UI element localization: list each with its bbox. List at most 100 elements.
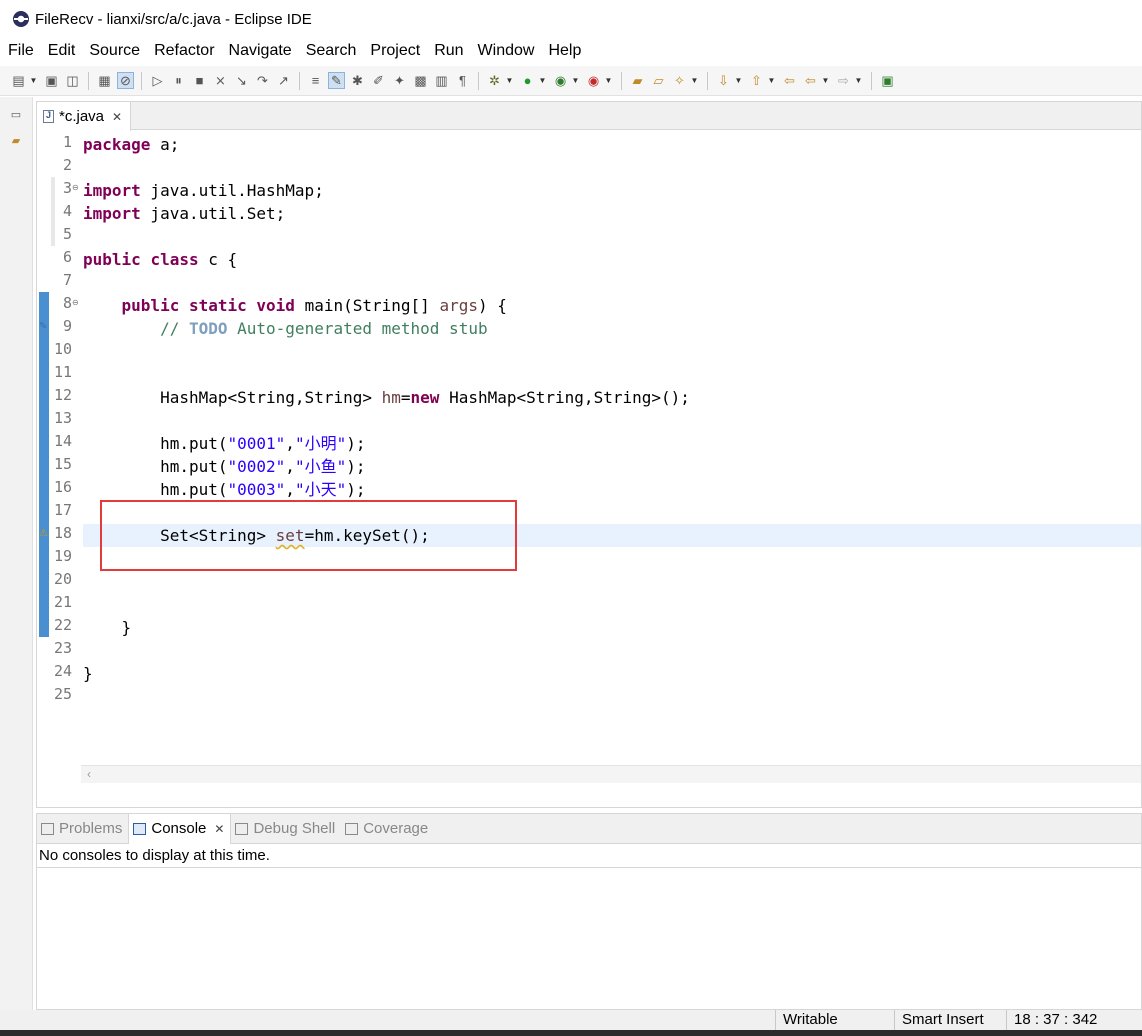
- chevron-down-icon[interactable]: ▼: [767, 72, 776, 89]
- tab-label: Problems: [59, 820, 123, 837]
- toggle-comment-icon[interactable]: ≡: [307, 72, 324, 89]
- package-explorer-icon[interactable]: ▰: [7, 131, 25, 149]
- menu-project[interactable]: Project: [363, 42, 427, 60]
- menu-refactor[interactable]: Refactor: [147, 42, 221, 60]
- console-view: Problems Console ✕ Debug Shell Coverage …: [36, 813, 1142, 1010]
- code-line: HashMap<String,String> hm=new HashMap<St…: [83, 388, 690, 407]
- line-number: 4: [62, 202, 72, 220]
- debug-icon[interactable]: ✲: [486, 72, 503, 89]
- window-title: FileRecv - lianxi/src/a/c.java - Eclipse…: [35, 10, 312, 28]
- line-number: 10: [53, 340, 72, 358]
- toolbar-separator: [478, 71, 479, 90]
- toolbar-separator: [707, 71, 708, 90]
- next-annotation-icon[interactable]: ⇩: [715, 72, 732, 89]
- menu-help[interactable]: Help: [541, 42, 588, 60]
- chevron-down-icon[interactable]: ▼: [571, 72, 580, 89]
- chevron-down-icon[interactable]: ▼: [505, 72, 514, 89]
- line-number: 13: [53, 409, 72, 427]
- menu-navigate[interactable]: Navigate: [222, 42, 299, 60]
- tab-label: *c.java: [59, 108, 105, 125]
- chevron-down-icon[interactable]: ▼: [29, 72, 38, 89]
- last-edit-icon[interactable]: ⇦: [781, 72, 798, 89]
- editor-tab-bar: *c.java ✕: [37, 102, 1141, 131]
- chevron-down-icon[interactable]: ▼: [604, 72, 613, 89]
- coverage-icon[interactable]: ◉: [552, 72, 569, 89]
- menu-run[interactable]: Run: [427, 42, 470, 60]
- external-tools-icon[interactable]: ◉: [585, 72, 602, 89]
- forward-icon[interactable]: ⇨: [835, 72, 852, 89]
- chevron-down-icon[interactable]: ▼: [538, 72, 547, 89]
- disconnect-icon[interactable]: ⨯: [212, 72, 229, 89]
- line-number: 1: [62, 133, 72, 151]
- tab-console[interactable]: Console ✕: [128, 813, 232, 844]
- line-number: 16: [53, 478, 72, 496]
- menu-bar: File Edit Source Refactor Navigate Searc…: [0, 38, 1142, 64]
- menu-edit[interactable]: Edit: [41, 42, 83, 60]
- step-into-icon[interactable]: ↘: [233, 72, 250, 89]
- new-icon[interactable]: ▤: [10, 72, 27, 89]
- skip-breakpoints-icon[interactable]: ⊘: [117, 72, 134, 89]
- tab-coverage[interactable]: Coverage: [341, 814, 434, 844]
- java-file-icon: [43, 110, 54, 123]
- run-icon[interactable]: ●: [519, 72, 536, 89]
- close-icon[interactable]: ✕: [112, 110, 122, 124]
- open-perspective-icon[interactable]: ▣: [879, 72, 896, 89]
- fold-collapse-icon[interactable]: ⊖: [72, 183, 79, 192]
- warning-marker-icon[interactable]: ⚠: [39, 528, 48, 539]
- main-toolbar: ▤ ▼ ▣ ◫ ▦ ⊘ ▷ ⏸ ■ ⨯ ↘ ↷ ↗ ≡ ✎ ✱ ✐ ✦ ▩ ▥ ¶…: [0, 66, 1142, 96]
- tab-problems[interactable]: Problems: [37, 814, 128, 844]
- save-icon[interactable]: ▣: [43, 72, 60, 89]
- debug-shell-icon: [235, 822, 249, 835]
- status-bar: Writable Smart Insert 18 : 37 : 342: [0, 1010, 1142, 1030]
- new-package-icon[interactable]: ✐: [370, 72, 387, 89]
- resume-icon[interactable]: ▷: [149, 72, 166, 89]
- close-icon[interactable]: ✕: [214, 822, 224, 836]
- fold-collapse-icon[interactable]: ⊖: [72, 298, 79, 307]
- back-icon[interactable]: ⇦: [802, 72, 819, 89]
- menu-window[interactable]: Window: [471, 42, 542, 60]
- tab-c-java[interactable]: *c.java ✕: [37, 102, 132, 131]
- code-area[interactable]: ⊖ ⊖ ✎ ⚠ 1 2 3 4 5 6 7 8 9 10 11 12 13 14…: [37, 131, 1141, 783]
- open-folder-icon[interactable]: ▱: [650, 72, 667, 89]
- save-all-icon[interactable]: ◫: [64, 72, 81, 89]
- search-icon[interactable]: ✧: [671, 72, 688, 89]
- problems-icon: [41, 822, 54, 835]
- tab-debug-shell[interactable]: Debug Shell: [231, 814, 341, 844]
- code-line: import java.util.HashMap;: [83, 181, 324, 200]
- java-editor: *c.java ✕ ⊖ ⊖ ✎ ⚠ 1 2 3 4 5 6 7 8 9 10 1…: [36, 101, 1142, 808]
- suspend-icon[interactable]: ⏸: [170, 72, 187, 89]
- open-type-icon[interactable]: ✦: [391, 72, 408, 89]
- previous-annotation-icon[interactable]: ⇧: [748, 72, 765, 89]
- scroll-left-icon[interactable]: ‹: [87, 767, 91, 781]
- chevron-down-icon[interactable]: ▼: [821, 72, 830, 89]
- status-insert-mode: Smart Insert: [894, 1010, 1006, 1030]
- show-whitespace-icon[interactable]: ¶: [454, 72, 471, 89]
- horizontal-scrollbar[interactable]: ‹: [81, 765, 1141, 783]
- line-number: 18: [53, 524, 72, 542]
- console-icon: [133, 822, 147, 835]
- menu-source[interactable]: Source: [82, 42, 147, 60]
- menu-search[interactable]: Search: [299, 42, 364, 60]
- line-number: 2: [62, 156, 72, 174]
- code-line: // TODO Auto-generated method stub: [83, 319, 488, 338]
- eclipse-logo-icon: [13, 11, 29, 27]
- mark-occurrences-icon[interactable]: ✎: [328, 72, 345, 89]
- binary-icon[interactable]: ▦: [96, 72, 113, 89]
- chevron-down-icon[interactable]: ▼: [734, 72, 743, 89]
- chevron-down-icon[interactable]: ▼: [690, 72, 699, 89]
- open-task-icon[interactable]: ▩: [412, 72, 429, 89]
- code-line: hm.put("0003","小天");: [83, 480, 366, 499]
- step-return-icon[interactable]: ↗: [275, 72, 292, 89]
- chevron-down-icon[interactable]: ▼: [854, 72, 863, 89]
- menu-file[interactable]: File: [0, 42, 41, 60]
- open-folder-icon[interactable]: ▰: [629, 72, 646, 89]
- task-marker-icon[interactable]: ✎: [39, 321, 47, 332]
- terminate-icon[interactable]: ■: [191, 72, 208, 89]
- block-selection-icon[interactable]: ▥: [433, 72, 450, 89]
- restore-icon[interactable]: ▭: [7, 105, 25, 123]
- code-text[interactable]: package a; import java.util.HashMap; imp…: [83, 131, 1141, 783]
- new-java-class-icon[interactable]: ✱: [349, 72, 366, 89]
- code-line: public class c {: [83, 250, 238, 269]
- line-number: 23: [53, 639, 72, 657]
- step-over-icon[interactable]: ↷: [254, 72, 271, 89]
